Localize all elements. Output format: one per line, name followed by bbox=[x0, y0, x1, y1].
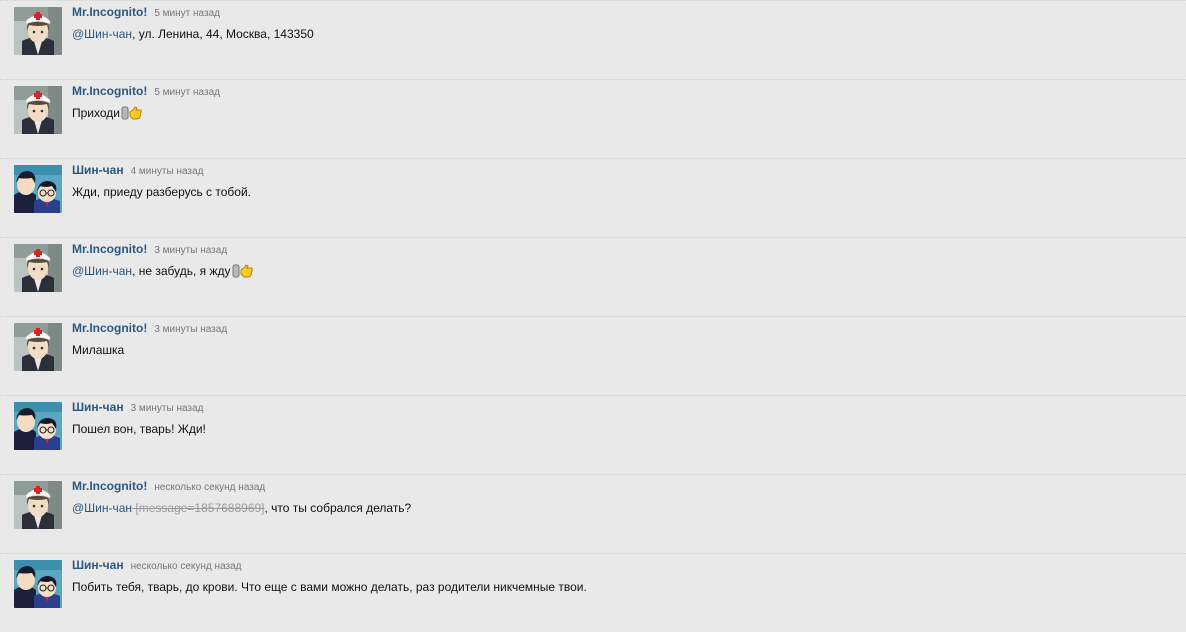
author-name[interactable]: Mr.Incognito! bbox=[72, 84, 147, 98]
message-body: Побить тебя, тварь, до крови. Что еще с … bbox=[72, 580, 587, 594]
message-text: Милашка bbox=[72, 342, 124, 358]
message-header: Шин-чан несколько секунд назад bbox=[72, 558, 242, 572]
nurse-avatar-icon[interactable] bbox=[14, 7, 62, 55]
author-name[interactable]: Mr.Incognito! bbox=[72, 242, 147, 256]
message-item: Шин-чан 3 минуты назад Пошел вон, тварь! … bbox=[0, 395, 1186, 474]
message-header: Mr.Incognito! 3 минуты назад bbox=[72, 321, 227, 335]
message-item: Mr.Incognito! 5 минут назад @Шин-чан, ул.… bbox=[0, 0, 1186, 79]
nurse-avatar-icon[interactable] bbox=[14, 323, 62, 371]
message-header: Mr.Incognito! 5 минут назад bbox=[72, 5, 220, 19]
mention-link[interactable]: @Шин-чан bbox=[72, 501, 132, 515]
message-text: Пошел вон, тварь! Жди! bbox=[72, 421, 206, 437]
deleted-message-reference: [message=1857688969] bbox=[132, 501, 265, 515]
message-header: Шин-чан 4 минуты назад bbox=[72, 163, 203, 177]
nurse-avatar-icon[interactable] bbox=[14, 86, 62, 134]
message-timestamp[interactable]: 5 минут назад bbox=[154, 8, 220, 19]
message-timestamp[interactable]: 5 минут назад bbox=[154, 87, 220, 98]
message-body: , не забудь, я жду bbox=[132, 264, 231, 278]
message-timestamp[interactable]: 3 минуты назад bbox=[154, 324, 227, 335]
message-text: Приходи bbox=[72, 105, 143, 124]
message-item: Mr.Incognito! 3 минуты назад @Шин-чан, не… bbox=[0, 237, 1186, 316]
author-name[interactable]: Шин-чан bbox=[72, 163, 124, 177]
beckoning-hand-emoji-icon bbox=[232, 263, 254, 282]
message-header: Mr.Incognito! 5 минут назад bbox=[72, 84, 220, 98]
author-name[interactable]: Шин-чан bbox=[72, 558, 124, 572]
conan-avatar-icon[interactable] bbox=[14, 560, 62, 608]
author-name[interactable]: Шин-чан bbox=[72, 400, 124, 414]
message-text: @Шин-чан, ул. Ленина, 44, Москва, 143350 bbox=[72, 26, 314, 42]
message-item: Mr.Incognito! 3 минуты назад Милашка bbox=[0, 316, 1186, 395]
message-timestamp[interactable]: 3 минуты назад bbox=[154, 245, 227, 256]
message-timestamp[interactable]: 3 минуты назад bbox=[131, 403, 204, 414]
message-timestamp[interactable]: несколько секунд назад bbox=[154, 482, 265, 493]
message-body: , что ты собрался делать? bbox=[264, 501, 412, 515]
message-feed: Mr.Incognito! 5 минут назад @Шин-чан, ул.… bbox=[0, 0, 1186, 632]
message-body: Милашка bbox=[72, 343, 125, 357]
message-item: Mr.Incognito! 5 минут назад Приходи bbox=[0, 79, 1186, 158]
message-timestamp[interactable]: несколько секунд назад bbox=[131, 561, 242, 572]
message-text: @Шин-чан [message=1857688969], что ты со… bbox=[72, 500, 411, 516]
author-name[interactable]: Mr.Incognito! bbox=[72, 5, 147, 19]
message-item: Mr.Incognito! несколько секунд назад @Шин… bbox=[0, 474, 1186, 553]
message-header: Mr.Incognito! несколько секунд назад bbox=[72, 479, 265, 493]
message-body: Пошел вон, тварь! Жди! bbox=[72, 422, 206, 436]
message-header: Шин-чан 3 минуты назад bbox=[72, 400, 203, 414]
nurse-avatar-icon[interactable] bbox=[14, 244, 62, 292]
message-text: Жди, приеду разберусь с тобой. bbox=[72, 184, 251, 200]
author-name[interactable]: Mr.Incognito! bbox=[72, 479, 147, 493]
message-body: Жди, приеду разберусь с тобой. bbox=[72, 185, 252, 199]
message-body: , ул. Ленина, 44, Москва, 143350 bbox=[132, 27, 314, 41]
message-timestamp[interactable]: 4 минуты назад bbox=[131, 166, 204, 177]
message-text: @Шин-чан, не забудь, я жду bbox=[72, 263, 254, 282]
message-header: Mr.Incognito! 3 минуты назад bbox=[72, 242, 227, 256]
message-body: Приходи bbox=[72, 106, 120, 120]
message-item: Шин-чан несколько секунд назад Побить теб… bbox=[0, 553, 1186, 632]
message-item: Шин-чан 4 минуты назад Жди, приеду разбер… bbox=[0, 158, 1186, 237]
mention-link[interactable]: @Шин-чан bbox=[72, 264, 132, 278]
mention-link[interactable]: @Шин-чан bbox=[72, 27, 132, 41]
nurse-avatar-icon[interactable] bbox=[14, 481, 62, 529]
author-name[interactable]: Mr.Incognito! bbox=[72, 321, 147, 335]
conan-avatar-icon[interactable] bbox=[14, 165, 62, 213]
conan-avatar-icon[interactable] bbox=[14, 402, 62, 450]
message-text: Побить тебя, тварь, до крови. Что еще с … bbox=[72, 579, 587, 595]
beckoning-hand-emoji-icon bbox=[121, 105, 143, 124]
